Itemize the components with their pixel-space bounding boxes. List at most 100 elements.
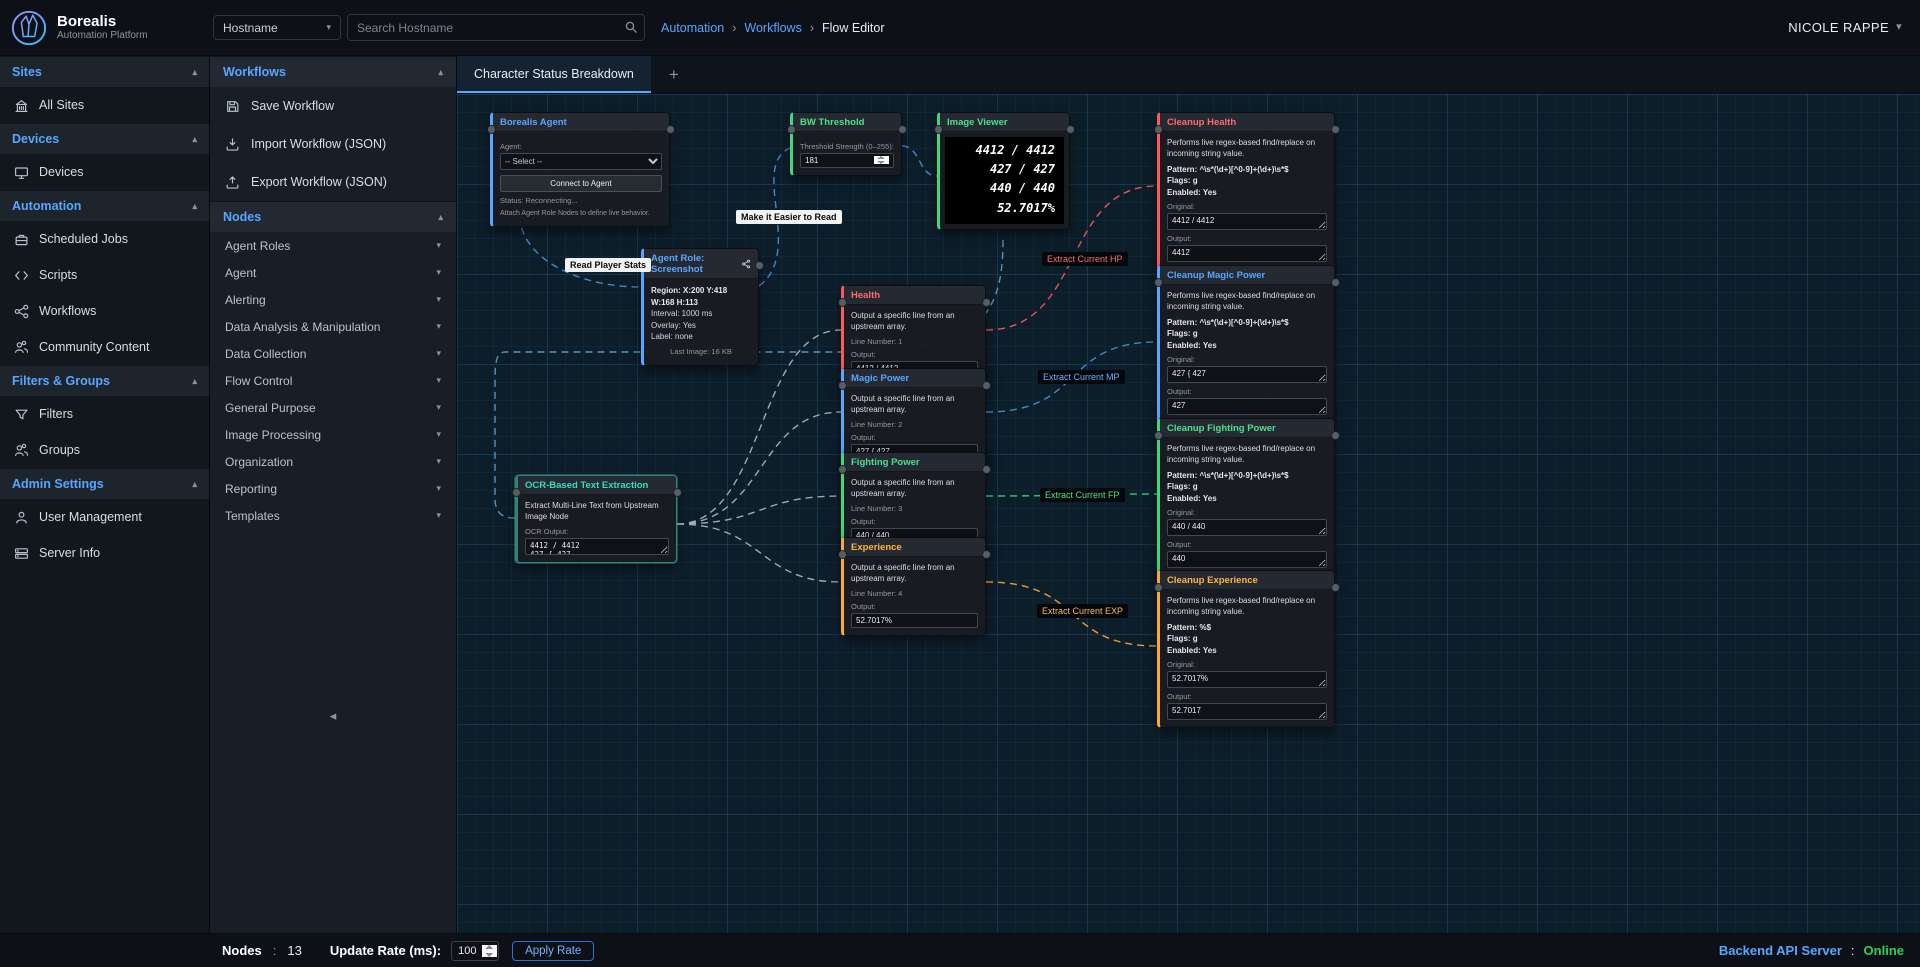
threshold-input[interactable] bbox=[800, 153, 894, 168]
node-header[interactable]: Fighting Power bbox=[844, 453, 985, 472]
original-field[interactable]: 427 { 427 bbox=[1167, 366, 1327, 383]
new-tab-button[interactable]: + bbox=[651, 56, 697, 93]
save-workflow-button[interactable]: Save Workflow bbox=[210, 87, 456, 125]
node-title: Cleanup Experience bbox=[1167, 575, 1258, 586]
category-label: Templates bbox=[225, 509, 280, 523]
node-borealis-agent[interactable]: Borealis Agent Agent: -- Select -- Conne… bbox=[490, 112, 670, 227]
ocr-output-field[interactable]: 4412 / 4412 427 { 427 440 / 440 52.7017% bbox=[525, 538, 669, 555]
node-body: Performs live regex-based find/replace o… bbox=[1160, 285, 1334, 422]
node-header[interactable]: Cleanup Experience bbox=[1160, 571, 1334, 590]
node-category-general-purpose[interactable]: General Purpose ▾ bbox=[210, 394, 456, 421]
node-header[interactable]: Agent Role: Screenshot bbox=[644, 249, 758, 279]
sidebar-item-workflows[interactable]: Workflows bbox=[0, 293, 209, 329]
node-category-flow-control[interactable]: Flow Control ▾ bbox=[210, 367, 456, 394]
node-category-data-collection[interactable]: Data Collection ▾ bbox=[210, 340, 456, 367]
chevron-down-icon: ▾ bbox=[436, 349, 441, 358]
sidebar-section-filters-groups[interactable]: Filters & Groups ▴ bbox=[0, 365, 209, 396]
sidebar-section-admin-settings[interactable]: Admin Settings ▴ bbox=[0, 468, 209, 499]
node-description: Performs live regex-based find/replace o… bbox=[1167, 138, 1327, 160]
breadcrumb-workflows[interactable]: Workflows bbox=[744, 21, 801, 35]
node-header[interactable]: Cleanup Fighting Power bbox=[1160, 419, 1334, 438]
node-header[interactable]: Experience bbox=[844, 538, 985, 557]
sidebar-item-filters[interactable]: Filters bbox=[0, 396, 209, 432]
node-header[interactable]: Cleanup Magic Power bbox=[1160, 266, 1334, 285]
export-workflow-button[interactable]: Export Workflow (JSON) bbox=[210, 163, 456, 201]
sidebar-item-server-info[interactable]: Server Info bbox=[0, 535, 209, 571]
sidebar-item-scripts[interactable]: Scripts bbox=[0, 257, 209, 293]
node-cleanup-fighting-power[interactable]: Cleanup Fighting Power Performs live reg… bbox=[1157, 418, 1335, 576]
main-area: Sites ▴ All Sites Devices ▴ Devices bbox=[0, 56, 1920, 933]
node-cleanup-health[interactable]: Cleanup Health Performs live regex-based… bbox=[1157, 112, 1335, 270]
node-header[interactable]: Borealis Agent bbox=[493, 113, 669, 132]
output-field[interactable]: 440 bbox=[1167, 551, 1327, 568]
node-title: Image Viewer bbox=[947, 117, 1008, 128]
node-category-agent-roles[interactable]: Agent Roles ▾ bbox=[210, 232, 456, 259]
agent-select[interactable]: -- Select -- bbox=[500, 153, 662, 170]
section-label: Filters & Groups bbox=[12, 374, 110, 388]
node-cleanup-magic-power[interactable]: Cleanup Magic Power Performs live regex-… bbox=[1157, 265, 1335, 423]
node-category-organization[interactable]: Organization ▾ bbox=[210, 448, 456, 475]
tab-character-status-breakdown[interactable]: Character Status Breakdown bbox=[457, 56, 651, 93]
output-label: Output: bbox=[1167, 692, 1327, 701]
node-cleanup-experience[interactable]: Cleanup Experience Performs live regex-b… bbox=[1157, 570, 1335, 728]
node-fighting-power[interactable]: Fighting Power Output a specific line fr… bbox=[841, 452, 986, 551]
enabled-line: Enabled: Yes bbox=[1167, 340, 1327, 352]
sidebar-section-devices[interactable]: Devices ▴ bbox=[0, 123, 209, 154]
node-agent-role-screenshot[interactable]: Agent Role: Screenshot Region: X:200 Y:4… bbox=[641, 248, 759, 366]
node-ocr-text-extraction[interactable]: OCR-Based Text Extraction Extract Multi-… bbox=[515, 475, 677, 563]
sidebar-item-user-management[interactable]: User Management bbox=[0, 499, 209, 535]
original-field[interactable]: 440 / 440 bbox=[1167, 519, 1327, 536]
output-field[interactable] bbox=[851, 613, 978, 628]
apply-rate-button[interactable]: Apply Rate bbox=[512, 941, 594, 961]
backend-status-badge: Online bbox=[1864, 943, 1904, 958]
update-rate-input[interactable] bbox=[451, 941, 499, 961]
node-header[interactable]: Health bbox=[844, 286, 985, 305]
connect-to-agent-button[interactable]: Connect to Agent bbox=[500, 175, 662, 192]
node-header[interactable]: BW Threshold bbox=[793, 113, 901, 132]
sidebar-section-automation[interactable]: Automation ▴ bbox=[0, 190, 209, 221]
output-field[interactable]: 52.7017 bbox=[1167, 703, 1327, 720]
sidebar-item-community-content[interactable]: Community Content bbox=[0, 329, 209, 365]
original-label: Original: bbox=[1167, 355, 1327, 364]
sidebar-item-all-sites[interactable]: All Sites bbox=[0, 87, 209, 123]
node-category-image-processing[interactable]: Image Processing ▾ bbox=[210, 421, 456, 448]
output-field[interactable]: 427 bbox=[1167, 398, 1327, 415]
original-field[interactable]: 4412 / 4412 bbox=[1167, 213, 1327, 230]
status-left: Nodes : 13 Update Rate (ms): Apply Rate bbox=[222, 941, 594, 961]
import-workflow-button[interactable]: Import Workflow (JSON) bbox=[210, 125, 456, 163]
sidebar-item-scheduled-jobs[interactable]: Scheduled Jobs bbox=[0, 221, 209, 257]
chevron-down-icon: ▾ bbox=[326, 23, 331, 32]
breadcrumb-automation[interactable]: Automation bbox=[661, 21, 724, 35]
sidebar-section-sites[interactable]: Sites ▴ bbox=[0, 56, 209, 87]
panel-section-workflows[interactable]: Workflows ▴ bbox=[210, 56, 456, 87]
node-category-templates[interactable]: Templates ▾ bbox=[210, 502, 456, 529]
node-bw-threshold[interactable]: BW Threshold Threshold Strength (0–255): bbox=[790, 112, 902, 176]
node-experience[interactable]: Experience Output a specific line from a… bbox=[841, 537, 986, 636]
collapse-panel-button[interactable]: ◂ bbox=[210, 701, 456, 731]
hostname-dropdown[interactable]: Hostname ▾ bbox=[213, 15, 341, 40]
node-image-viewer[interactable]: Image Viewer 4412 / 4412 427 / 427 440 /… bbox=[937, 112, 1070, 230]
node-category-data-analysis[interactable]: Data Analysis & Manipulation ▾ bbox=[210, 313, 456, 340]
node-header[interactable]: Magic Power bbox=[844, 369, 985, 388]
sidebar-item-groups[interactable]: Groups bbox=[0, 432, 209, 468]
user-menu[interactable]: NICOLE RAPPE ▾ bbox=[1788, 20, 1902, 35]
original-field[interactable]: 52.7017% bbox=[1167, 671, 1327, 688]
category-label: Data Collection bbox=[225, 347, 306, 361]
panel-action-label: Save Workflow bbox=[251, 99, 334, 113]
node-header[interactable]: Cleanup Health bbox=[1160, 113, 1334, 132]
output-field[interactable]: 4412 bbox=[1167, 245, 1327, 262]
tab-label: Character Status Breakdown bbox=[474, 67, 634, 81]
node-header[interactable]: OCR-Based Text Extraction bbox=[518, 476, 676, 495]
people-icon bbox=[14, 340, 29, 355]
plus-icon: + bbox=[669, 65, 679, 85]
flow-canvas[interactable]: Borealis Agent Agent: -- Select -- Conne… bbox=[457, 94, 1920, 933]
node-category-reporting[interactable]: Reporting ▾ bbox=[210, 475, 456, 502]
panel-section-nodes[interactable]: Nodes ▴ bbox=[210, 201, 456, 232]
sidebar-item-devices[interactable]: Devices bbox=[0, 154, 209, 190]
node-header[interactable]: Image Viewer bbox=[940, 113, 1069, 132]
node-category-agent[interactable]: Agent ▾ bbox=[210, 259, 456, 286]
sidebar-item-label: All Sites bbox=[39, 98, 84, 112]
search-input[interactable] bbox=[347, 14, 645, 41]
node-category-alerting[interactable]: Alerting ▾ bbox=[210, 286, 456, 313]
chevron-down-icon: ▾ bbox=[436, 241, 441, 250]
